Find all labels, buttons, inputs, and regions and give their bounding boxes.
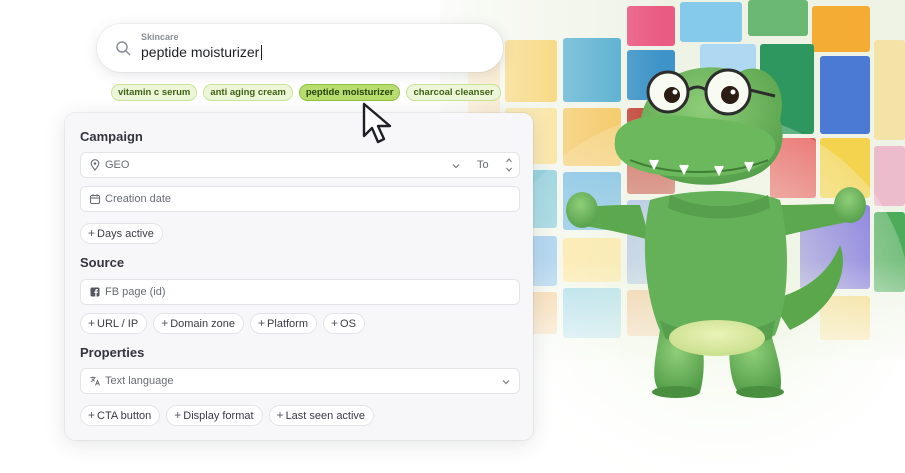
stepper-icon[interactable] xyxy=(505,156,513,174)
add-filter-button[interactable]: + Days active xyxy=(80,223,163,244)
add-filter-button[interactable]: + URL / IP xyxy=(80,313,148,334)
add-filter-button[interactable]: + Domain zone xyxy=(153,313,245,334)
calendar-icon xyxy=(89,194,101,205)
geo-placeholder: GEO xyxy=(105,159,130,171)
creation-date-field[interactable]: Creation date xyxy=(80,186,520,212)
chevron-down-icon xyxy=(452,164,460,169)
source-add-filters: + URL / IP + Domain zone + Platform + OS xyxy=(80,313,365,334)
plus-icon: + xyxy=(161,316,169,330)
suggestion-chip[interactable]: charcoal cleanser xyxy=(406,84,501,101)
translate-icon xyxy=(90,376,100,386)
add-filter-label: URL / IP xyxy=(97,318,139,330)
to-label: To xyxy=(477,159,489,171)
section-title-campaign: Campaign xyxy=(80,129,143,144)
add-filter-label: Days active xyxy=(97,228,154,240)
fb-page-placeholder: FB page (id) xyxy=(105,286,166,298)
text-language-select[interactable]: Text language xyxy=(80,368,520,394)
add-filter-label: Display format xyxy=(183,410,254,422)
chevron-down-icon xyxy=(502,380,510,385)
section-title-properties: Properties xyxy=(80,345,145,360)
add-filter-label: CTA button xyxy=(97,410,152,422)
search-suggestions: vitamin c serum anti aging cream peptide… xyxy=(111,84,501,101)
add-filter-button[interactable]: + Platform xyxy=(250,313,318,334)
add-filter-label: Platform xyxy=(267,318,309,330)
creation-date-placeholder: Creation date xyxy=(105,193,172,205)
mouse-cursor-icon xyxy=(362,102,392,144)
campaign-add-filters: + Days active xyxy=(80,223,163,244)
fb-page-field[interactable]: FB page (id) xyxy=(80,279,520,305)
geo-select[interactable]: GEO To xyxy=(80,152,520,178)
add-filter-button[interactable]: + OS xyxy=(323,313,365,334)
location-pin-icon xyxy=(90,159,100,171)
plus-icon: + xyxy=(276,408,284,422)
plus-icon: + xyxy=(331,316,339,330)
text-language-placeholder: Text language xyxy=(105,375,174,387)
plus-icon: + xyxy=(88,316,96,330)
search-input[interactable]: peptide moisturizer xyxy=(141,44,263,60)
search-bar[interactable]: Skincare peptide moisturizer xyxy=(97,24,503,72)
add-filter-button[interactable]: + Display format xyxy=(166,405,263,426)
search-icon xyxy=(116,41,131,56)
properties-add-filters: + CTA button + Display format + Last seen a… xyxy=(80,405,375,426)
plus-icon: + xyxy=(88,408,96,422)
plus-icon: + xyxy=(174,408,182,422)
add-filter-label: OS xyxy=(340,318,356,330)
search-query-text: peptide moisturizer xyxy=(141,44,260,60)
add-filter-button[interactable]: + CTA button xyxy=(80,405,161,426)
plus-icon: + xyxy=(88,226,96,240)
suggestion-chip[interactable]: anti aging cream xyxy=(203,84,293,101)
filter-panel: Campaign GEO To Creation date + Days acti… xyxy=(65,113,533,440)
text-caret xyxy=(261,45,263,60)
add-filter-label: Domain zone xyxy=(170,318,236,330)
facebook-icon xyxy=(90,287,100,297)
suggestion-chip[interactable]: vitamin c serum xyxy=(111,84,198,101)
add-filter-button[interactable]: + Last seen active xyxy=(268,405,375,426)
plus-icon: + xyxy=(258,316,266,330)
add-filter-label: Last seen active xyxy=(285,410,366,422)
search-category-label: Skincare xyxy=(141,32,179,42)
section-title-source: Source xyxy=(80,255,125,270)
